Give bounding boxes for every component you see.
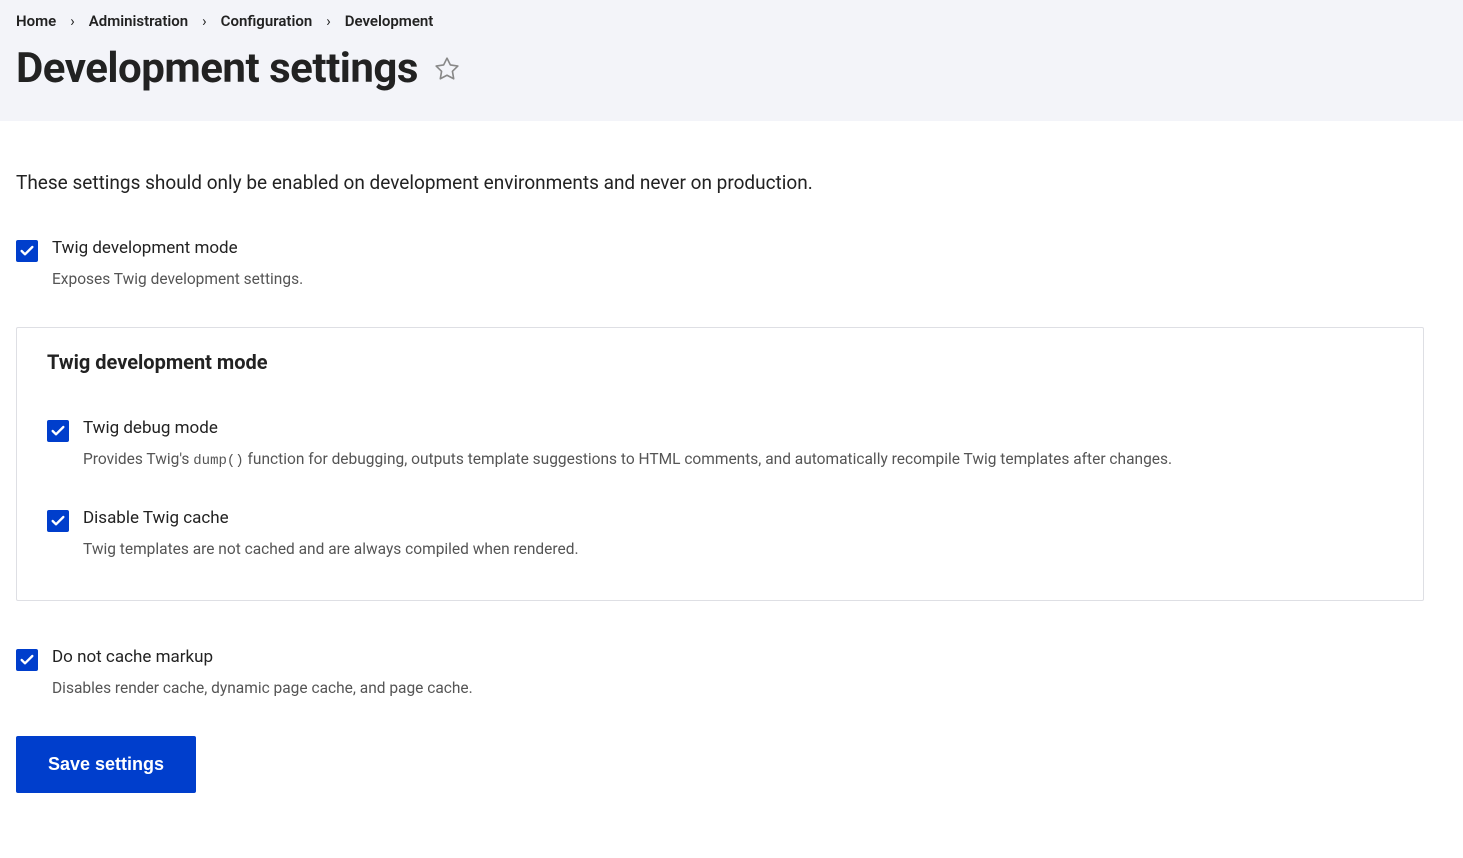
form-item-disable-twig-cache: Disable Twig cache Twig templates are no… (47, 508, 1393, 561)
content: These settings should only be enabled on… (0, 121, 1440, 823)
chevron-right-icon: › (70, 12, 75, 30)
chevron-right-icon: › (202, 12, 207, 30)
checkbox-do-not-cache-markup[interactable] (16, 649, 38, 671)
form-item-twig-debug: Twig debug mode Provides Twig's dump() f… (47, 418, 1393, 472)
code-dump: dump() (193, 453, 243, 469)
form-item-content: Do not cache markup Disables render cach… (52, 647, 1424, 700)
fieldset-legend: Twig development mode (47, 350, 1393, 374)
checkbox-twig-debug[interactable] (47, 420, 69, 442)
label-twig-dev-mode[interactable]: Twig development mode (52, 238, 1424, 258)
form-item-content: Twig debug mode Provides Twig's dump() f… (83, 418, 1393, 472)
check-icon (50, 423, 66, 439)
intro-text: These settings should only be enabled on… (16, 171, 1424, 194)
header-region: Home › Administration › Configuration › … (0, 0, 1463, 121)
checkbox-disable-twig-cache[interactable] (47, 510, 69, 532)
breadcrumb-item-development[interactable]: Development (345, 12, 434, 30)
check-icon (19, 243, 35, 259)
breadcrumb-item-administration[interactable]: Administration (89, 12, 188, 30)
check-icon (50, 513, 66, 529)
save-button[interactable]: Save settings (16, 736, 196, 793)
form-item-twig-dev-mode: Twig development mode Exposes Twig devel… (16, 238, 1424, 291)
breadcrumb-item-configuration[interactable]: Configuration (221, 12, 313, 30)
description-disable-twig-cache: Twig templates are not cached and are al… (83, 538, 1393, 561)
description-twig-debug: Provides Twig's dump() function for debu… (83, 448, 1393, 472)
label-disable-twig-cache[interactable]: Disable Twig cache (83, 508, 1393, 528)
star-icon[interactable] (434, 56, 460, 82)
fieldset-twig-dev-mode: Twig development mode Twig debug mode Pr… (16, 327, 1424, 600)
label-do-not-cache-markup[interactable]: Do not cache markup (52, 647, 1424, 667)
description-twig-dev-mode: Exposes Twig development settings. (52, 268, 1424, 291)
breadcrumb: Home › Administration › Configuration › … (16, 8, 1447, 34)
check-icon (19, 652, 35, 668)
checkbox-twig-dev-mode[interactable] (16, 240, 38, 262)
page-title-row: Development settings (16, 44, 1447, 93)
label-twig-debug[interactable]: Twig debug mode (83, 418, 1393, 438)
form-item-do-not-cache-markup: Do not cache markup Disables render cach… (16, 647, 1424, 700)
page-title: Development settings (16, 44, 418, 93)
chevron-right-icon: › (326, 12, 331, 30)
description-do-not-cache-markup: Disables render cache, dynamic page cach… (52, 677, 1424, 700)
form-item-content: Disable Twig cache Twig templates are no… (83, 508, 1393, 561)
breadcrumb-item-home[interactable]: Home (16, 12, 56, 30)
form-item-content: Twig development mode Exposes Twig devel… (52, 238, 1424, 291)
